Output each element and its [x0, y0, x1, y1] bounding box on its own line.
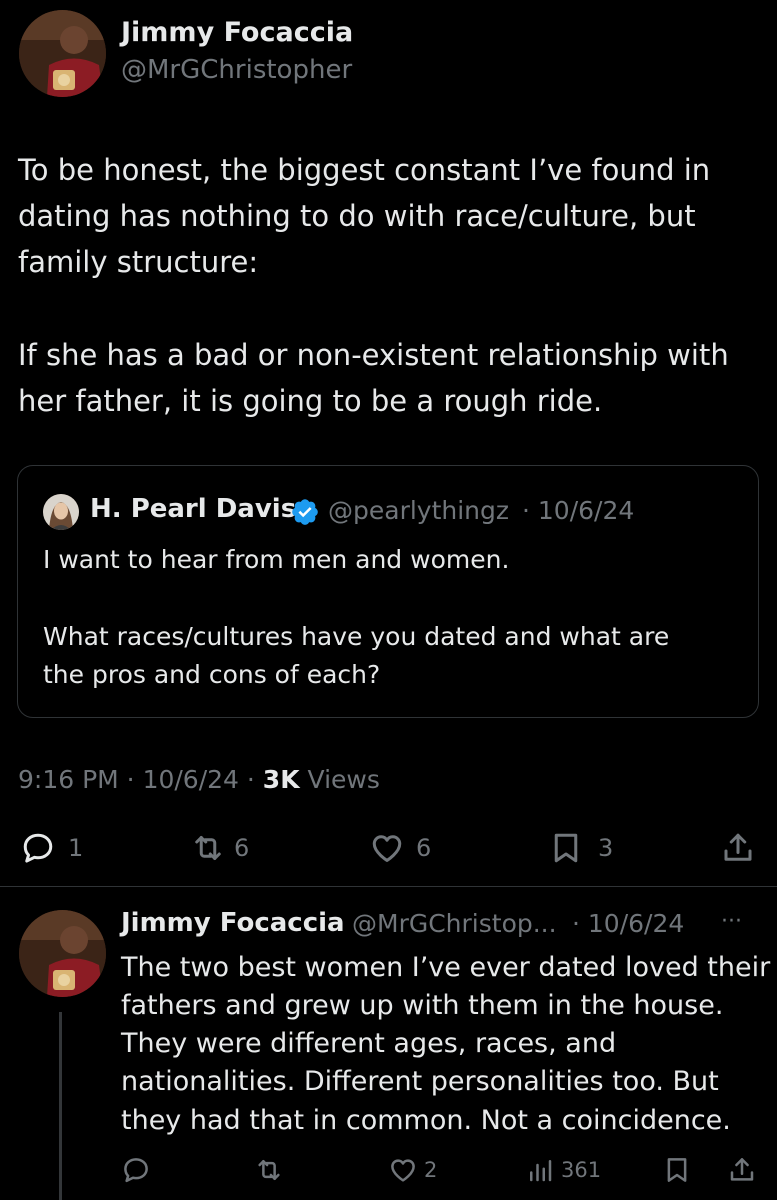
reply-like-count: 2: [424, 1158, 438, 1182]
reply-button[interactable]: 1: [20, 830, 83, 866]
retweet-icon: [195, 836, 221, 860]
heart-icon: [391, 1159, 415, 1182]
reply-reply-button[interactable]: [121, 1155, 151, 1185]
like-button[interactable]: 6: [369, 830, 431, 866]
reply-text-line: The two best women I’ve ever dated loved…: [121, 952, 771, 983]
tweet-text-line: family structure:: [18, 245, 259, 279]
reply-bookmark-button[interactable]: [662, 1155, 692, 1185]
reply-retweet-button[interactable]: [254, 1155, 284, 1185]
retweet-icon: [258, 1160, 280, 1180]
views-icon: [530, 1160, 552, 1182]
tweet-text-line: her father, it is going to be a rough ri…: [18, 384, 603, 418]
tweet-text-line: If she has a bad or non-existent relatio…: [18, 338, 729, 372]
avatar[interactable]: [19, 10, 106, 97]
share-button[interactable]: [720, 830, 756, 866]
reply-like-button[interactable]: 2: [388, 1155, 437, 1185]
quoted-avatar[interactable]: [43, 494, 79, 530]
bookmark-button[interactable]: 3: [548, 830, 613, 866]
reply-author-name[interactable]: Jimmy Focaccia: [121, 908, 345, 938]
author-handle[interactable]: @MrGChristopher: [121, 55, 352, 85]
reply-views-count: 361: [561, 1158, 602, 1182]
share-icon: [730, 1158, 754, 1181]
thread-line: [59, 1012, 62, 1200]
bookmark-count: 3: [598, 834, 614, 862]
bookmark-icon: [667, 1158, 687, 1182]
reply-share-button[interactable]: [727, 1155, 757, 1185]
reply-text-line: nationalities. Different personalities t…: [121, 1066, 719, 1097]
divider: [0, 886, 777, 887]
quoted-author-handle[interactable]: @pearlythingz: [328, 496, 509, 525]
views-count: 3K: [262, 765, 300, 794]
reply-text-line: fathers and grew up with them in the hou…: [121, 990, 724, 1021]
heart-icon: [372, 835, 402, 862]
more-options-icon[interactable]: ···: [721, 909, 742, 934]
reply-icon: [124, 1158, 148, 1183]
tweet-timestamp[interactable]: 9:16 PM · 10/6/24 ·: [18, 765, 263, 794]
quoted-text-line: What races/cultures have you dated and w…: [43, 622, 670, 651]
tweet-text-line: dating has nothing to do with race/cultu…: [18, 199, 696, 233]
reply-count: 1: [68, 834, 84, 862]
quoted-text-line: I want to hear from men and women.: [43, 545, 510, 574]
reply-icon: [23, 833, 53, 863]
reply-author-handle[interactable]: @MrGChristop...: [352, 909, 557, 938]
tweet-text-line: To be honest, the biggest constant I’ve …: [18, 153, 711, 187]
share-icon: [724, 833, 752, 861]
reply-date[interactable]: · 10/6/24: [572, 909, 684, 938]
bookmark-icon: [554, 833, 578, 863]
reply-views-button[interactable]: 361: [525, 1155, 601, 1185]
reply-avatar[interactable]: [19, 910, 106, 997]
quoted-author-name[interactable]: H. Pearl Davis: [90, 494, 296, 524]
retweet-count: 6: [234, 834, 250, 862]
quoted-text-line: the pros and cons of each?: [43, 660, 381, 689]
quoted-date[interactable]: · 10/6/24: [522, 496, 634, 525]
reply-text-line: They were different ages, races, and: [121, 1028, 617, 1059]
tweet-meta: 9:16 PM · 10/6/24 · 3K Views: [18, 765, 380, 794]
views-label: Views: [299, 765, 380, 794]
like-count: 6: [416, 834, 432, 862]
author-name[interactable]: Jimmy Focaccia: [121, 17, 353, 48]
retweet-button[interactable]: 6: [190, 830, 249, 866]
reply-text-line: they had that in common. Not a coinciden…: [121, 1105, 731, 1136]
verified-badge-icon: [290, 497, 320, 527]
